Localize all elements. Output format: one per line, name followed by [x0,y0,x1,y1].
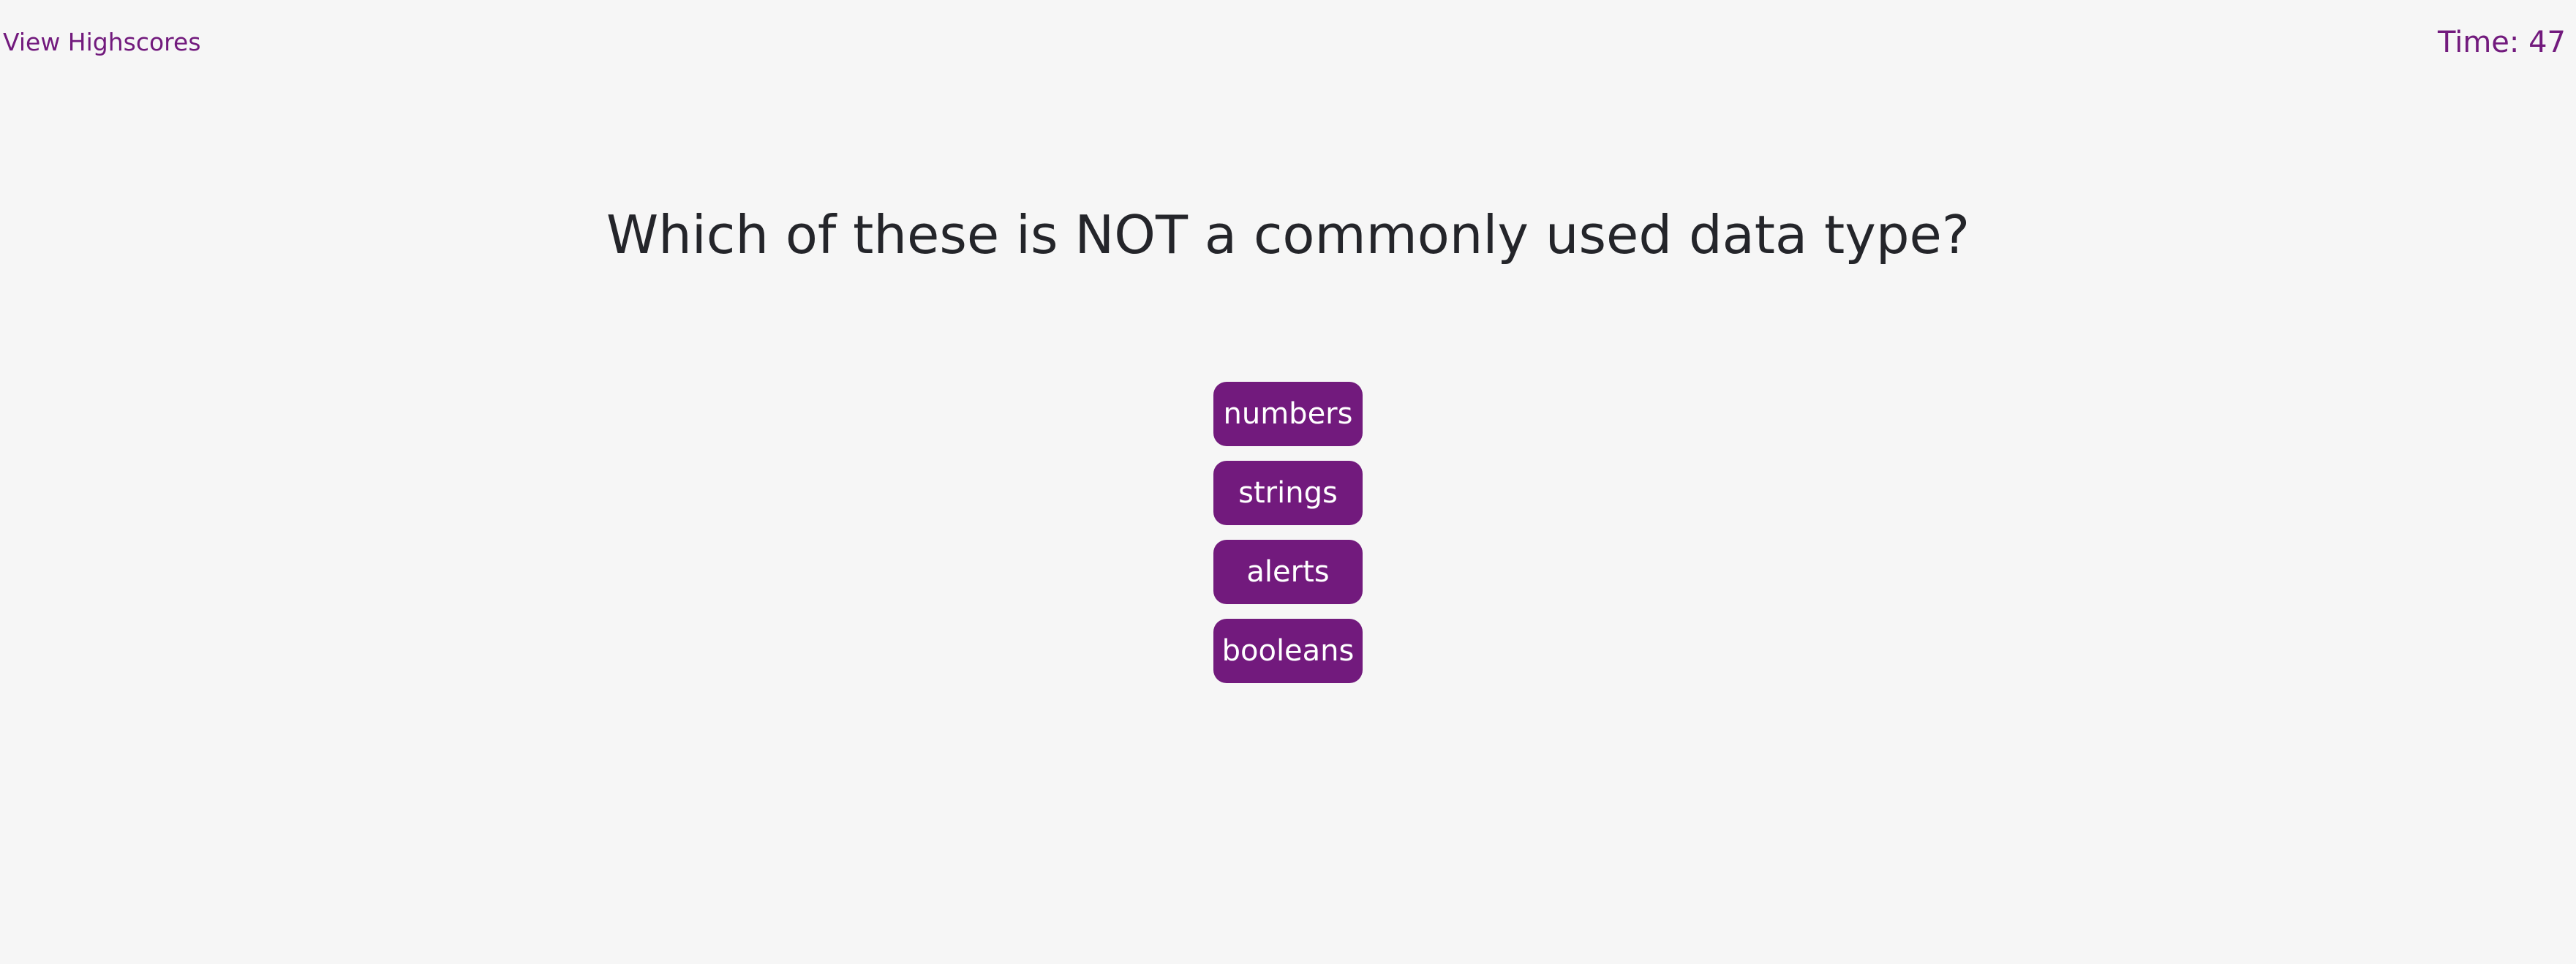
view-highscores-link[interactable]: View Highscores [3,25,201,60]
answer-label: booleans [1221,634,1355,668]
quiz-page: View Highscores Time: 47 Which of these … [0,0,2576,964]
answer-button-numbers[interactable]: numbers [1213,382,1363,446]
answer-label: strings [1238,476,1338,510]
answer-button-strings[interactable]: strings [1213,461,1363,525]
question-text: Which of these is NOT a commonly used da… [606,204,1970,266]
answer-button-booleans[interactable]: booleans [1213,619,1363,683]
answer-list: numbers strings alerts booleans [0,382,2576,698]
answer-button-alerts[interactable]: alerts [1213,540,1363,604]
timer-display: Time: 47 [2438,26,2566,59]
answer-label: numbers [1223,397,1353,431]
answer-label: alerts [1246,555,1330,589]
